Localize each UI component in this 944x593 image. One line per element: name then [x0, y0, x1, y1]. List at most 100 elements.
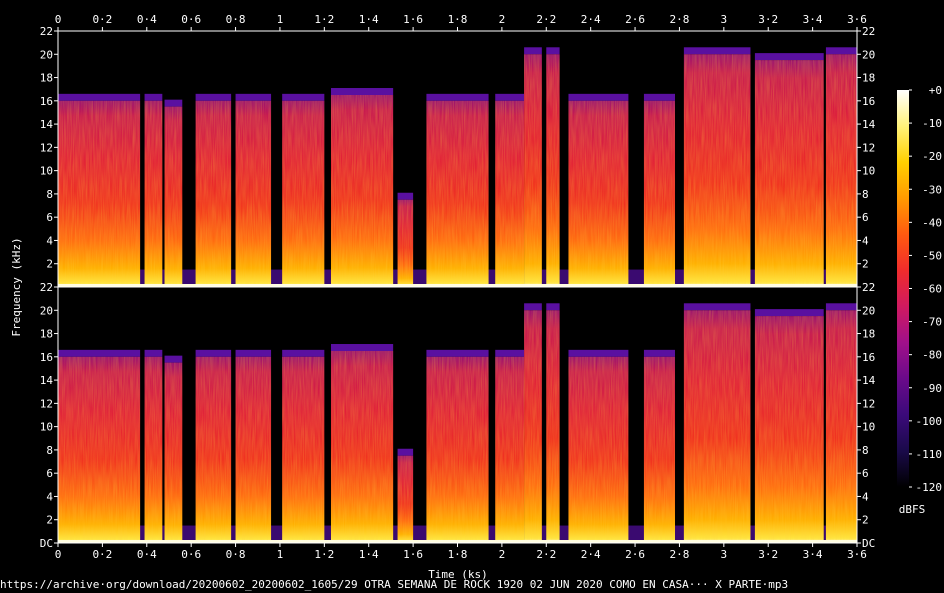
y-tick-label-right-bottom-3: 6	[862, 467, 869, 480]
segment-texture-top-3	[195, 100, 232, 288]
segment-fringe-top-8	[426, 93, 489, 101]
x-tick-label-top-7: 1·4	[359, 13, 379, 26]
y-tick-label-right-bottom-2: 4	[862, 490, 869, 503]
segment-fringe-top-16	[825, 47, 857, 55]
y-tick-label-left-top-9: 18	[40, 72, 53, 85]
y-tick-label-left-top-11: 22	[40, 25, 53, 38]
source-url-caption: https://archive·org/download/20200602_20…	[0, 578, 789, 591]
y-tick-label-right-bottom-9: 18	[862, 328, 875, 341]
y-tick-label-left-bottom-11: 22	[40, 281, 53, 294]
segment-fringe-bottom-8	[426, 349, 489, 357]
x-tick-label-top-13: 2·6	[625, 13, 645, 26]
segment-texture-top-1	[144, 100, 163, 288]
x-tick-label-top-17: 3·4	[803, 13, 823, 26]
y-tick-label-left-top-4: 8	[46, 188, 53, 201]
x-tick-label-top-11: 2·2	[536, 13, 556, 26]
segment-texture-bottom-4	[235, 356, 272, 543]
segment-texture-top-14	[683, 54, 751, 287]
y-tick-label-left-bottom-0: DC	[40, 537, 53, 550]
x-tick-label-bottom-14: 2·8	[670, 548, 690, 561]
segment-texture-bottom-9	[495, 356, 525, 543]
segment-fringe-bottom-10	[524, 303, 542, 311]
colorbar-tick-label-11: -110	[916, 448, 943, 461]
segment-fringe-top-11	[546, 47, 560, 55]
x-tick-label-top-16: 3·2	[758, 13, 778, 26]
segment-fringe-bottom-7	[397, 448, 414, 456]
x-tick-label-top-2: 0·4	[137, 13, 157, 26]
segment-fringe-bottom-6	[330, 344, 394, 351]
y-tick-label-left-top-10: 20	[40, 48, 53, 61]
segment-fringe-top-9	[495, 93, 525, 101]
y-tick-label-right-top-7: 14	[862, 118, 876, 131]
y-tick-label-right-bottom-6: 12	[862, 397, 875, 410]
y-tick-label-left-top-2: 4	[46, 234, 53, 247]
y-tick-label-left-top-1: 2	[46, 258, 53, 271]
segment-fringe-bottom-12	[568, 349, 629, 357]
segment-fringe-bottom-13	[643, 349, 676, 357]
segment-fringe-bottom-2	[164, 355, 183, 363]
spectrogram-chart: 0 0 0·2 0·2 0·4 0·4 0·6 0·6 0·8 0·8 1 1 1·2 1·2 1·4 1·4…	[10, 13, 943, 581]
segment-fringe-top-12	[568, 93, 629, 101]
segment-fringe-top-5	[282, 93, 325, 101]
channel-top-panel	[58, 31, 857, 288]
y-tick-label-left-top-7: 14	[40, 118, 54, 131]
segment-texture-bottom-15	[754, 316, 824, 543]
segment-texture-bottom-11	[546, 310, 560, 543]
colorbar-tick-label-2: -20	[922, 150, 942, 163]
segment-fringe-bottom-9	[495, 349, 525, 357]
y-tick-label-left-bottom-10: 20	[40, 304, 53, 317]
segment-texture-bottom-3	[195, 356, 232, 543]
segment-texture-top-16	[825, 54, 857, 287]
x-tick-label-bottom-10: 2	[499, 548, 506, 561]
segment-texture-top-5	[282, 100, 325, 288]
segment-texture-bottom-16	[825, 310, 857, 543]
segment-fringe-bottom-11	[546, 303, 560, 311]
x-tick-label-bottom-3: 0·6	[181, 548, 201, 561]
x-tick-label-bottom-8: 1·6	[403, 548, 423, 561]
colorbar-tick-label-8: -80	[922, 349, 942, 362]
x-tick-label-bottom-5: 1	[277, 548, 284, 561]
y-tick-label-right-top-8: 16	[862, 95, 875, 108]
y-tick-label-right-bottom-4: 8	[862, 444, 869, 457]
segment-fringe-top-14	[683, 47, 751, 55]
y-tick-label-left-bottom-2: 4	[46, 490, 53, 503]
segment-texture-bottom-12	[568, 356, 629, 543]
y-tick-label-right-bottom-11: 22	[862, 281, 875, 294]
x-tick-label-top-9: 1·8	[448, 13, 468, 26]
segment-texture-top-0	[58, 100, 141, 288]
x-tick-label-top-3: 0·6	[181, 13, 201, 26]
segment-fringe-bottom-5	[282, 349, 325, 357]
colorbar-gradient	[897, 90, 909, 487]
y-axis-label: Frequency (kHz)	[10, 237, 23, 336]
segment-texture-bottom-6	[330, 351, 394, 543]
x-tick-label-bottom-7: 1·4	[359, 548, 379, 561]
x-tick-label-top-12: 2·4	[581, 13, 601, 26]
colorbar-tick-label-5: -50	[922, 249, 942, 262]
x-tick-label-bottom-11: 2·2	[536, 548, 556, 561]
segment-texture-top-7	[397, 199, 414, 287]
y-tick-label-right-top-11: 22	[862, 25, 875, 38]
x-tick-label-top-15: 3	[721, 13, 728, 26]
x-tick-label-bottom-16: 3·2	[758, 548, 778, 561]
x-tick-label-bottom-0: 0	[55, 548, 62, 561]
y-tick-label-left-bottom-4: 8	[46, 444, 53, 457]
segment-texture-bottom-1	[144, 356, 163, 543]
segment-fringe-top-2	[164, 99, 183, 107]
x-tick-label-top-14: 2·8	[670, 13, 690, 26]
segment-fringe-bottom-15	[754, 309, 824, 317]
segment-fringe-bottom-3	[195, 349, 232, 357]
y-tick-label-left-top-5: 10	[40, 165, 53, 178]
colorbar-tick-label-1: -10	[922, 117, 942, 130]
x-tick-label-top-10: 2	[499, 13, 506, 26]
segment-texture-bottom-8	[426, 356, 489, 543]
segment-texture-top-4	[235, 100, 272, 288]
x-tick-label-top-0: 0	[55, 13, 62, 26]
x-tick-label-top-4: 0·8	[226, 13, 246, 26]
y-tick-label-left-bottom-1: 2	[46, 514, 53, 527]
x-tick-label-top-1: 0·2	[92, 13, 112, 26]
x-tick-label-bottom-17: 3·4	[803, 548, 823, 561]
y-tick-label-right-bottom-10: 20	[862, 304, 875, 317]
y-tick-label-right-top-1: 2	[862, 258, 869, 271]
y-tick-label-right-top-2: 4	[862, 234, 869, 247]
segment-fringe-top-15	[754, 53, 824, 61]
